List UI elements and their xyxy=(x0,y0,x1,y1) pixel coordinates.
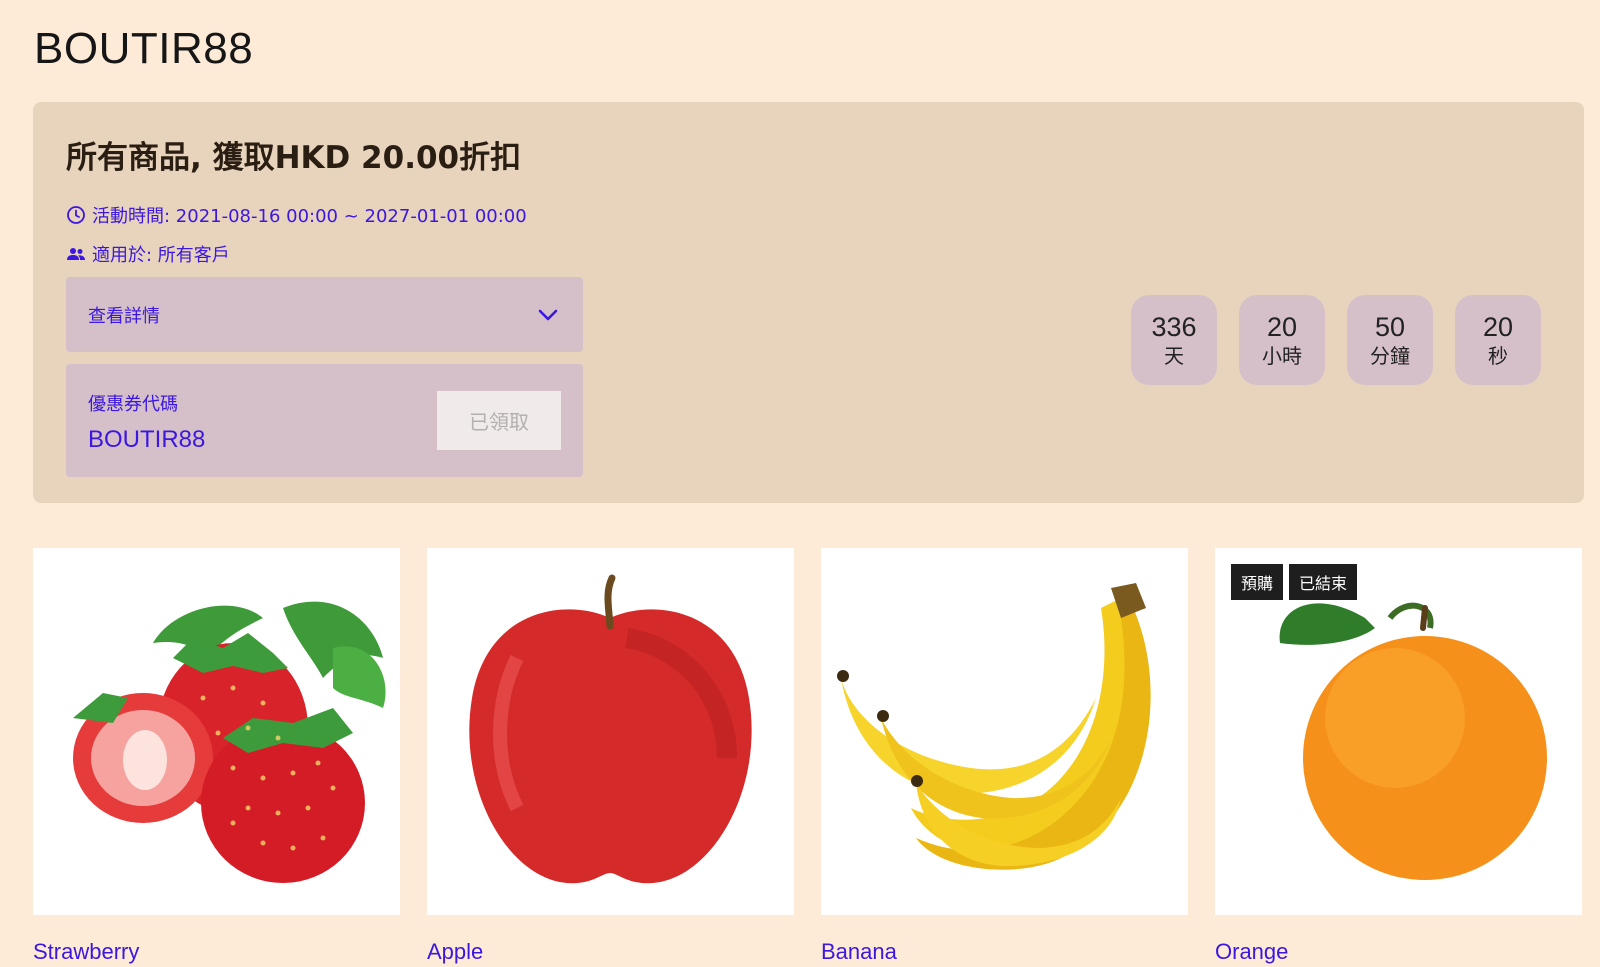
countdown-seconds: 20 秒 xyxy=(1455,295,1541,385)
product-name[interactable]: Orange xyxy=(1215,939,1582,965)
product-name[interactable]: Strawberry xyxy=(33,939,400,965)
ended-badge: 已結束 xyxy=(1289,564,1358,600)
product-name[interactable]: Banana xyxy=(821,939,1188,965)
countdown-days: 336 天 xyxy=(1131,295,1217,385)
coupon-box: 優惠券代碼 BOUTIR88 已領取 xyxy=(66,364,583,477)
product-badges: 預購 已結束 xyxy=(1231,564,1358,600)
product-card-orange[interactable]: 預購 已結束 Orange xyxy=(1215,548,1582,965)
preorder-badge: 預購 xyxy=(1231,564,1284,600)
strawberry-image[interactable] xyxy=(33,548,400,915)
banana-image[interactable] xyxy=(821,548,1188,915)
coupon-caption: 優惠券代碼 xyxy=(88,394,178,415)
activity-time-text: 活動時間: 2021-08-16 00:00 ~ 2027-01-01 00:0… xyxy=(92,206,527,227)
clock-icon xyxy=(67,206,85,224)
countdown-label: 秒 xyxy=(1488,344,1508,368)
product-name[interactable]: Apple xyxy=(427,939,794,965)
activity-time-row: 活動時間: 2021-08-16 00:00 ~ 2027-01-01 00:0… xyxy=(66,202,527,228)
coupon-code: BOUTIR88 xyxy=(88,426,206,453)
orange-image[interactable]: 預購 已結束 xyxy=(1215,548,1582,915)
promo-card: 所有商品, 獲取HKD 20.00折扣 活動時間: 2021-08-16 00:… xyxy=(33,102,1584,503)
countdown-value: 50 xyxy=(1374,312,1406,342)
countdown-value: 20 xyxy=(1482,312,1514,342)
countdown-value: 20 xyxy=(1266,312,1298,342)
countdown-label: 天 xyxy=(1164,344,1184,368)
users-icon xyxy=(67,248,85,260)
page-title: BOUTIR88 xyxy=(34,24,254,73)
apple-image[interactable] xyxy=(427,548,794,915)
product-card-strawberry[interactable]: Strawberry xyxy=(33,548,400,965)
chevron-down-icon xyxy=(538,309,558,320)
view-details-toggle[interactable]: 查看詳情 xyxy=(66,277,583,352)
countdown-minutes: 50 分鐘 xyxy=(1347,295,1433,385)
countdown-label: 小時 xyxy=(1262,344,1302,368)
product-card-apple[interactable]: Apple xyxy=(427,548,794,965)
product-card-banana[interactable]: Banana xyxy=(821,548,1188,965)
countdown-value: 336 xyxy=(1151,312,1197,342)
promo-heading: 所有商品, 獲取HKD 20.00折扣 xyxy=(66,140,522,176)
page: BOUTIR88 所有商品, 獲取HKD 20.00折扣 活動時間: 2021-… xyxy=(0,0,1600,967)
view-details-label: 查看詳情 xyxy=(88,305,160,327)
countdown-label: 分鐘 xyxy=(1370,344,1410,368)
claimed-button[interactable]: 已領取 xyxy=(437,391,561,450)
countdown-timer: 336 天 20 小時 50 分鐘 20 秒 xyxy=(1131,295,1541,385)
applies-to-row: 適用於: 所有客戶 xyxy=(66,241,230,267)
product-grid: Strawberry Apple Banana 預購 已結束 Orange xyxy=(33,548,1582,965)
applies-to-text: 適用於: 所有客戶 xyxy=(92,245,230,266)
countdown-hours: 20 小時 xyxy=(1239,295,1325,385)
